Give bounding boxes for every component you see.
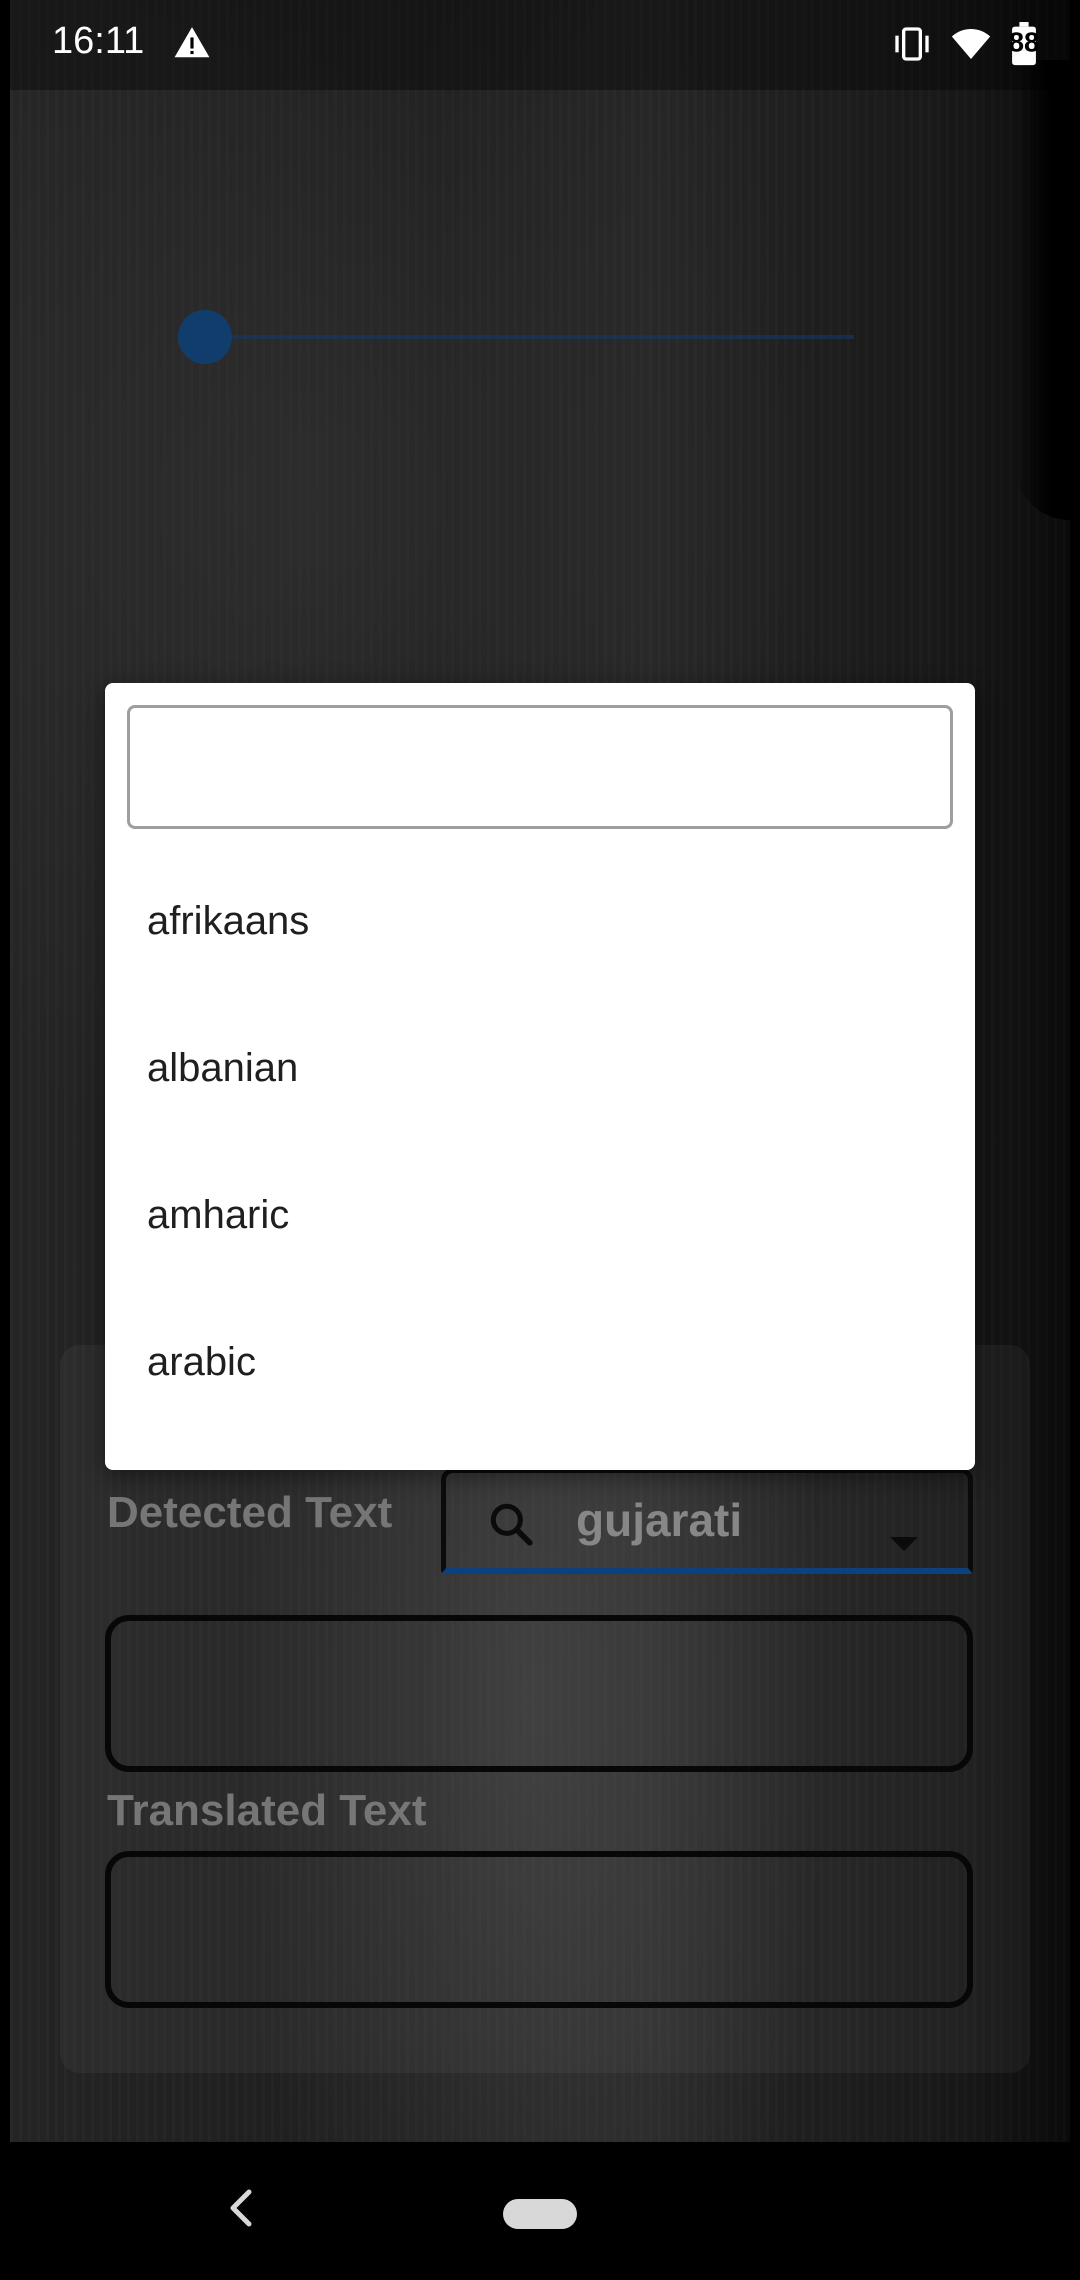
back-icon[interactable] [226, 2188, 256, 2228]
vibrate-icon [895, 27, 929, 61]
home-button[interactable] [503, 2199, 577, 2229]
language-option[interactable]: albanian [105, 995, 975, 1142]
language-list: afrikaans albanian amharic arabic [105, 848, 975, 1436]
language-dropdown-dialog: afrikaans albanian amharic arabic [105, 683, 975, 1470]
dropdown-search-input[interactable] [127, 705, 953, 829]
wifi-icon [951, 29, 991, 59]
navigation-bar [0, 2142, 1080, 2280]
warning-icon [174, 27, 210, 58]
language-option[interactable]: arabic [105, 1289, 975, 1436]
status-bar: 16:11 88 [0, 0, 1080, 90]
status-time: 16:11 [52, 20, 145, 62]
screen: Detected Text gujarati Translated Text 1… [0, 0, 1080, 2280]
language-option[interactable]: amharic [105, 1142, 975, 1289]
status-icons: 88 [892, 22, 1038, 66]
language-option[interactable]: afrikaans [105, 848, 975, 995]
battery-icon: 88 [1010, 22, 1038, 66]
battery-level: 88 [1010, 26, 1038, 57]
